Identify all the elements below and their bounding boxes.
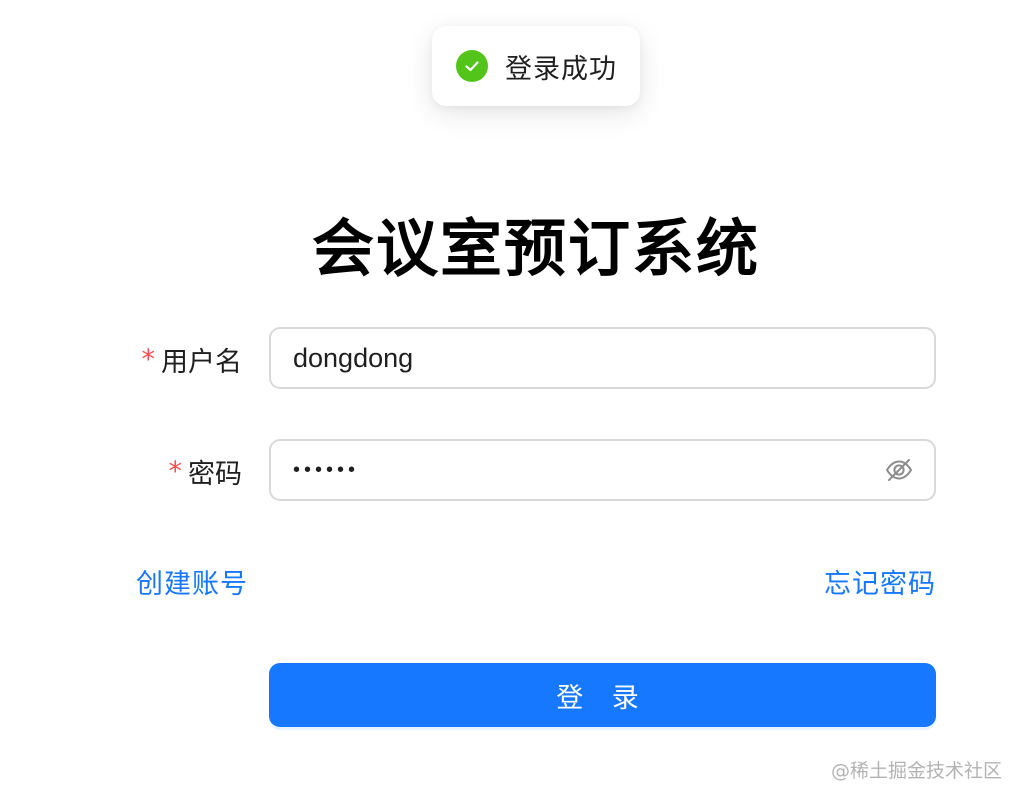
- required-mark: *: [141, 343, 156, 375]
- success-toast: 登录成功: [432, 26, 640, 106]
- username-field[interactable]: [269, 327, 936, 389]
- watermark: @稀土掘金技术社区: [830, 760, 1002, 782]
- password-label-text: 密码: [188, 458, 242, 490]
- required-mark: *: [168, 455, 183, 487]
- password-input[interactable]: [293, 458, 884, 482]
- register-link[interactable]: 创建账号: [136, 562, 248, 601]
- check-circle-icon: [456, 50, 488, 82]
- username-label: * 用户名: [120, 328, 243, 390]
- login-page: 登录成功 会议室预订系统 * 用户名 * 密码 创建账号 忘记密码 登 录 @稀…: [0, 0, 1024, 802]
- username-input[interactable]: [293, 342, 912, 374]
- page-title: 会议室预订系统: [311, 212, 760, 285]
- toast-message: 登录成功: [505, 53, 617, 85]
- password-field[interactable]: [269, 439, 936, 501]
- username-label-text: 用户名: [161, 346, 242, 378]
- eye-invisible-icon[interactable]: [884, 455, 914, 485]
- login-button[interactable]: 登 录: [269, 663, 936, 727]
- forgot-password-link[interactable]: 忘记密码: [824, 562, 936, 601]
- password-label: * 密码: [120, 440, 243, 502]
